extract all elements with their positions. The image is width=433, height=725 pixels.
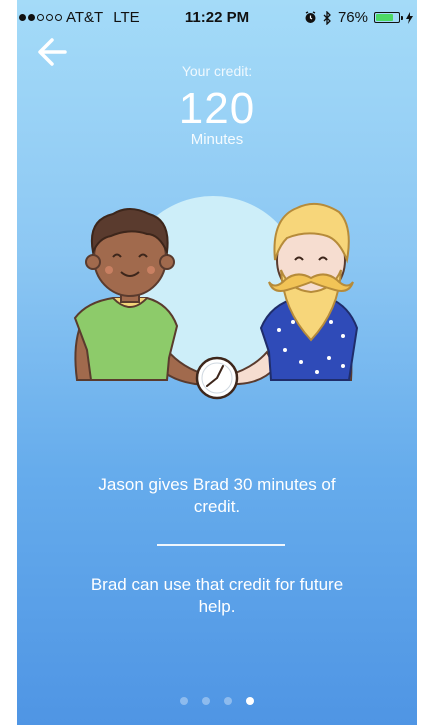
battery-icon <box>374 12 403 23</box>
description-secondary: Brad can use that credit for future help… <box>90 575 344 616</box>
alarm-icon <box>305 11 316 23</box>
page-indicator[interactable] <box>17 697 417 705</box>
page-dot-4[interactable] <box>246 697 254 705</box>
onboarding-screen: AT&T LTE 11:22 PM 76% Your credit: 120 M… <box>17 0 417 725</box>
credit-value: 120 <box>178 84 256 133</box>
battery-fill <box>376 14 393 21</box>
status-bar: AT&T LTE 11:22 PM 76% <box>17 0 417 36</box>
battery-percent: 76% <box>337 9 368 26</box>
clock-icon <box>195 356 239 400</box>
page-dot-2[interactable] <box>202 697 210 705</box>
charging-icon <box>406 11 413 24</box>
page-dot-3[interactable] <box>224 697 232 705</box>
credit-unit: Minutes <box>190 131 244 148</box>
bluetooth-icon <box>323 10 331 25</box>
page-dot-1[interactable] <box>180 697 188 705</box>
status-right: 76% <box>304 9 413 26</box>
credit-label: Your credit: <box>181 63 253 79</box>
divider <box>157 544 285 546</box>
description-primary: Jason gives Brad 30 minutes of credit. <box>98 475 336 516</box>
credit-exchange-illustration <box>73 196 359 400</box>
